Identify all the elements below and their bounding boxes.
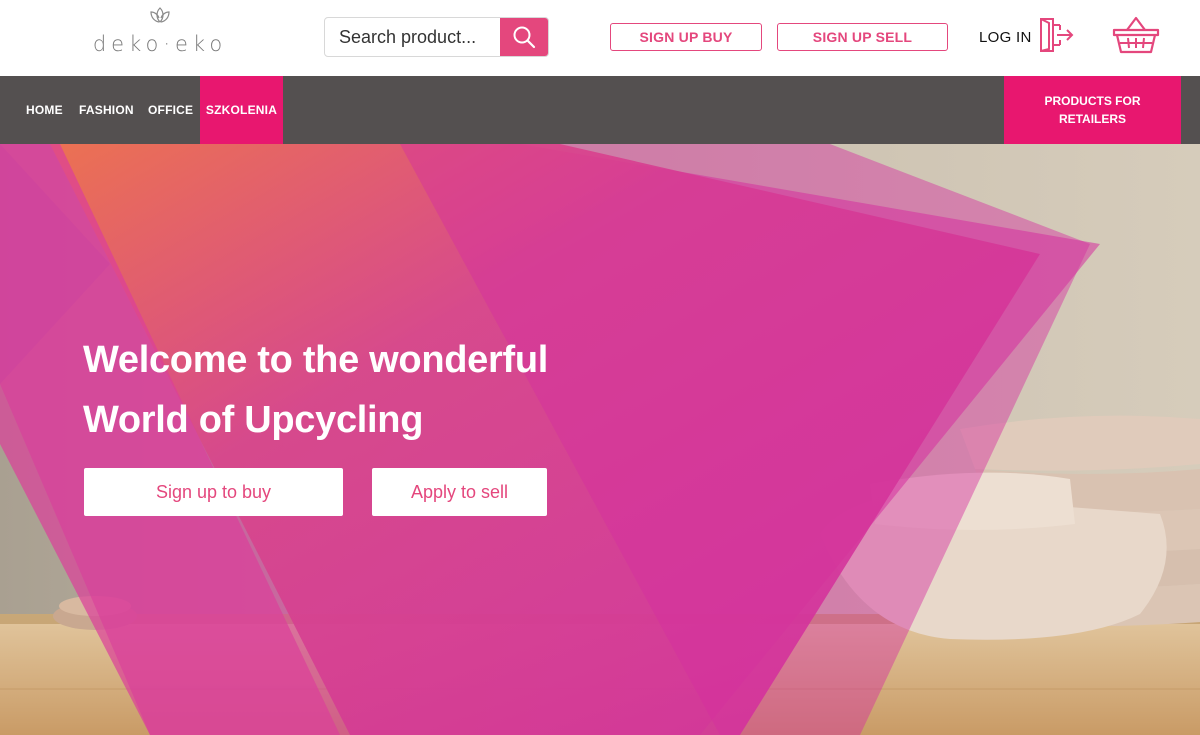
- search-input[interactable]: [325, 18, 501, 56]
- login-link[interactable]: LOG IN: [979, 29, 1032, 46]
- hero-title: Welcome to the wonderful World of Upcycl…: [83, 330, 643, 450]
- hero-sign-up-to-buy-button[interactable]: Sign up to buy: [84, 468, 343, 516]
- nav-item-home[interactable]: HOME: [26, 76, 63, 144]
- hero-title-line-1: Welcome to the wonderful: [83, 339, 549, 381]
- nav-item-fashion[interactable]: FASHION: [79, 76, 134, 144]
- logo-text: deko·eko: [92, 32, 228, 56]
- hero-title-line-2: World of Upcycling: [83, 399, 424, 441]
- search-box: [324, 17, 549, 57]
- login-door-icon[interactable]: [1038, 16, 1076, 54]
- sign-up-buy-button[interactable]: SIGN UP BUY: [610, 23, 762, 51]
- nav-item-office[interactable]: OFFICE: [148, 76, 193, 144]
- nav-item-szkolenia[interactable]: SZKOLENIA: [200, 76, 283, 144]
- search-button[interactable]: [500, 18, 548, 56]
- shopping-basket-icon[interactable]: [1112, 14, 1160, 56]
- sign-up-sell-button[interactable]: SIGN UP SELL: [777, 23, 948, 51]
- search-icon: [513, 26, 536, 49]
- brand-logo[interactable]: deko·eko: [84, 6, 236, 56]
- lotus-logo-icon: [150, 7, 170, 23]
- hero-banner: Welcome to the wonderful World of Upcycl…: [0, 144, 1200, 735]
- hero-apply-to-sell-button[interactable]: Apply to sell: [372, 468, 547, 516]
- main-navigation: HOME FASHION OFFICE SZKOLENIA PRODUCTS F…: [0, 76, 1200, 144]
- products-for-retailers-link[interactable]: PRODUCTS FOR RETAILERS: [1004, 76, 1181, 144]
- site-header: deko·eko SIGN UP BUY SIGN UP SELL LOG IN: [0, 0, 1200, 76]
